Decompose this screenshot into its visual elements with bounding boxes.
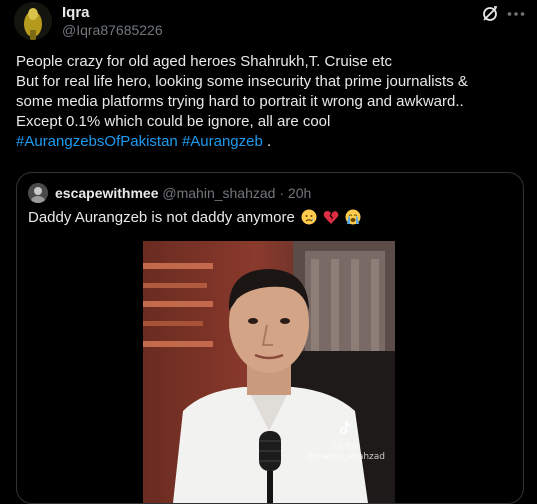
tiktok-handle-label: @mahin_shahzad: [305, 452, 385, 462]
author-handle[interactable]: @Iqra87685226: [62, 22, 163, 38]
quoted-tweet[interactable]: escapewithmee @mahin_shahzad · 20h Daddy…: [16, 172, 524, 504]
tiktok-brand-label: TikTok: [331, 442, 360, 452]
more-options-icon[interactable]: [505, 3, 527, 25]
sad-face-emoji: [301, 209, 317, 229]
quoted-tweet-header: escapewithmee @mahin_shahzad · 20h: [55, 185, 311, 201]
tweet-text-line: Except 0.1% which could be ignore, all a…: [16, 113, 331, 130]
hashtag-link[interactable]: #Aurangzeb: [182, 133, 263, 150]
trailing-period: .: [267, 133, 272, 150]
quoted-tweet-text-row: Daddy Aurangzeb is not daddy anymore: [28, 209, 361, 229]
video-thumbnail[interactable]: TikTok @mahin_shahzad: [143, 241, 395, 503]
hashtag-link[interactable]: #AurangzebsOfPakistan: [16, 133, 178, 150]
tweet-text-line: But for real life hero, looking some ins…: [16, 73, 468, 90]
header-separator: ·: [279, 185, 285, 201]
quoted-tweet-time[interactable]: 20h: [288, 185, 311, 201]
tweet-text-line: People crazy for old aged heroes Shahruk…: [16, 53, 393, 70]
quoted-tweet-text: Daddy Aurangzeb is not daddy anymore: [28, 209, 295, 226]
quoted-author-avatar[interactable]: [28, 183, 48, 203]
author-avatar[interactable]: [14, 2, 52, 40]
video-frame: [143, 241, 395, 503]
tweet-text-line: some media platforms trying hard to port…: [16, 93, 464, 110]
tweet-text: People crazy for old aged heroes Shahruk…: [16, 52, 526, 152]
quoted-author-name[interactable]: escapewithmee: [55, 185, 159, 201]
hashtag-line: #AurangzebsOfPakistan #Aurangzeb .: [16, 132, 526, 152]
tweet: Iqra @Iqra87685226 People crazy for old …: [0, 0, 537, 504]
author-display-name[interactable]: Iqra: [62, 4, 90, 21]
tiktok-watermark: TikTok @mahin_shahzad: [306, 419, 385, 462]
tiktok-logo-icon: [336, 421, 354, 441]
broken-heart-emoji: [323, 209, 339, 229]
quoted-author-handle[interactable]: @mahin_shahzad: [162, 185, 275, 201]
crying-face-emoji: [345, 209, 361, 229]
grok-icon[interactable]: [479, 3, 501, 25]
